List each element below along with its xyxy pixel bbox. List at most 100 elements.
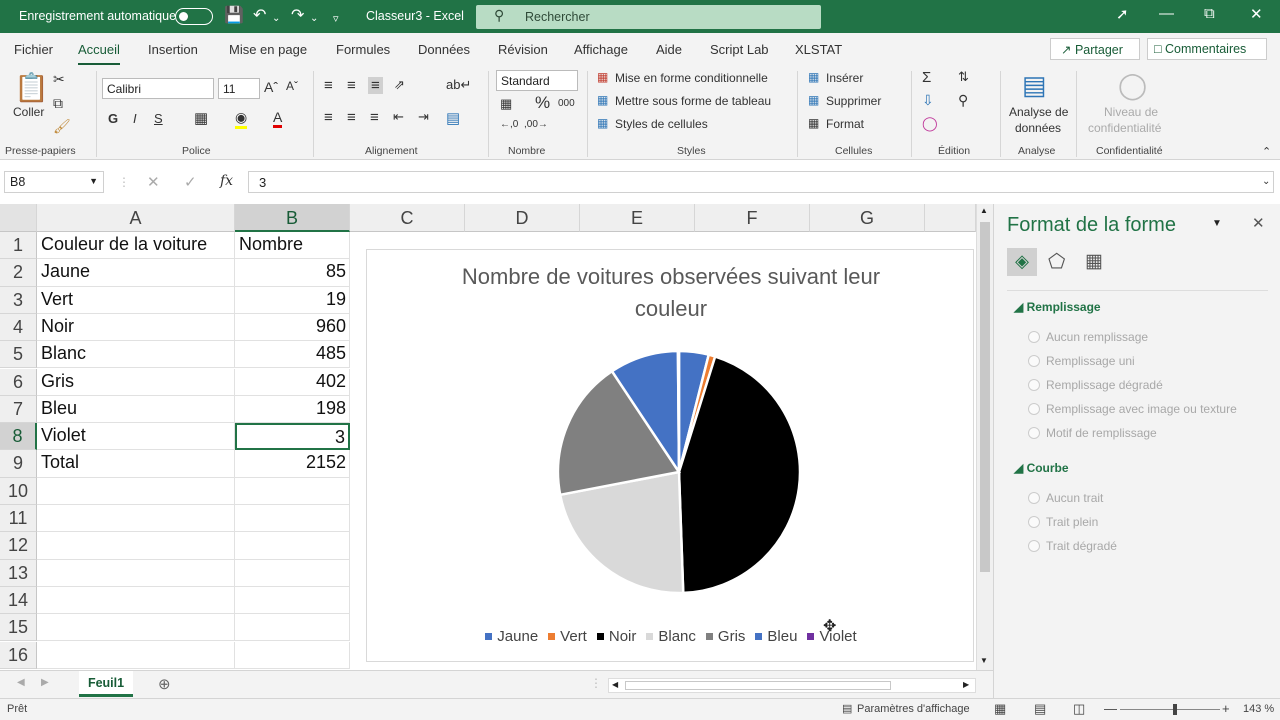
- cell-b8-active[interactable]: 3: [235, 423, 350, 451]
- legend-item-vert[interactable]: Vert: [548, 628, 587, 645]
- cell-a5[interactable]: Blanc: [37, 341, 235, 369]
- fill-color-icon[interactable]: ◉: [235, 109, 248, 129]
- zoom-in-icon[interactable]: +: [1222, 701, 1230, 716]
- display-settings-link[interactable]: Paramètres d'affichage: [857, 703, 970, 715]
- decrease-decimal-icon[interactable]: ,00→: [524, 119, 548, 130]
- radio-no-fill[interactable]: Aucun remplissage: [1027, 330, 1148, 344]
- col-header-e[interactable]: E: [580, 204, 695, 232]
- align-middle-icon[interactable]: ≡: [347, 77, 356, 94]
- horizontal-scrollbar[interactable]: ◀ ▶: [608, 678, 976, 693]
- cell-empty[interactable]: [37, 586, 235, 615]
- radio-solid-line[interactable]: Trait plein: [1027, 515, 1098, 529]
- increase-indent-icon[interactable]: ⇥: [418, 109, 429, 125]
- collapse-ribbon-icon[interactable]: ⌃: [1262, 145, 1271, 158]
- cell-a1[interactable]: Couleur de la voiture: [37, 232, 235, 260]
- cell-a6[interactable]: Gris: [37, 368, 235, 396]
- row-header[interactable]: 7: [0, 395, 37, 424]
- cell-empty[interactable]: [37, 505, 235, 533]
- add-sheet-icon[interactable]: ⊕: [158, 675, 171, 693]
- legend-item-blanc[interactable]: Blanc: [646, 628, 696, 645]
- tab-mise-en-page[interactable]: Mise en page: [229, 42, 307, 57]
- next-sheet-icon[interactable]: ▶: [41, 677, 49, 688]
- tab-accueil[interactable]: Accueil: [78, 42, 120, 66]
- pie-slice-gris[interactable]: [556, 369, 682, 497]
- cell-a7[interactable]: Bleu: [37, 395, 235, 424]
- format-button[interactable]: Format: [826, 117, 864, 131]
- pie-slice-noir[interactable]: [677, 354, 802, 595]
- col-header-b[interactable]: B: [235, 204, 350, 232]
- sheet-tab-feuil1[interactable]: Feuil1: [79, 671, 133, 697]
- align-center-icon[interactable]: ≡: [347, 109, 356, 126]
- col-header-h[interactable]: [925, 204, 976, 232]
- insert-function-icon[interactable]: fx: [220, 173, 233, 189]
- cell-empty[interactable]: [37, 641, 235, 669]
- row-header[interactable]: 6: [0, 368, 37, 396]
- tab-formules[interactable]: Formules: [336, 42, 390, 57]
- name-box-dropdown-icon[interactable]: ▼: [89, 176, 98, 186]
- cell-b4[interactable]: 960: [235, 313, 350, 342]
- row-header[interactable]: 15: [0, 614, 37, 642]
- cell-empty[interactable]: [235, 505, 350, 533]
- autosave-toggle[interactable]: [175, 8, 213, 25]
- row-header[interactable]: 5: [0, 341, 37, 369]
- radio-solid-fill[interactable]: Remplissage uni: [1028, 354, 1135, 368]
- col-header-d[interactable]: D: [465, 204, 580, 232]
- row-header[interactable]: 12: [0, 532, 37, 560]
- cond-format-button[interactable]: Mise en forme conditionnelle: [615, 71, 768, 85]
- comments-button[interactable]: □ Commentaires: [1147, 38, 1267, 60]
- legend-item-gris[interactable]: Gris: [705, 628, 745, 645]
- pie-slice-violet[interactable]: [676, 349, 681, 473]
- row-header[interactable]: 10: [0, 477, 37, 505]
- cell-styles-button[interactable]: Styles de cellules: [615, 117, 708, 131]
- search-box[interactable]: ⚲ Rechercher: [476, 5, 821, 29]
- cell-empty[interactable]: [37, 532, 235, 560]
- tab-fichier[interactable]: Fichier: [14, 42, 53, 57]
- expand-formula-icon[interactable]: ⌄: [1262, 176, 1270, 187]
- cell-a3[interactable]: Vert: [37, 286, 235, 314]
- scroll-up-icon[interactable]: ▲: [980, 206, 988, 215]
- row-header[interactable]: 1: [0, 232, 37, 260]
- vertical-scrollbar[interactable]: ▲ ▼: [976, 204, 993, 670]
- zoom-out-icon[interactable]: —: [1104, 701, 1117, 716]
- decrease-font-icon[interactable]: Aˇ: [286, 79, 298, 93]
- pie-slice-vert[interactable]: [677, 353, 717, 473]
- chart-title-line1[interactable]: Nombre de voitures observées suivant leu…: [367, 261, 975, 293]
- pie-chart[interactable]: Nombre de voitures observées suivant leu…: [366, 249, 974, 662]
- restore-icon[interactable]: ⧉: [1204, 5, 1215, 22]
- italic-icon[interactable]: I: [133, 111, 137, 126]
- clear-icon[interactable]: ◯: [922, 115, 938, 132]
- chart-legend[interactable]: Jaune Vert Noir Blanc Gris Bleu Violet: [367, 628, 975, 645]
- sort-filter-icon[interactable]: ⇅: [958, 69, 969, 85]
- tab-insertion[interactable]: Insertion: [148, 42, 198, 57]
- legend-item-jaune[interactable]: Jaune: [485, 628, 538, 645]
- row-header[interactable]: 16: [0, 641, 37, 669]
- format-painter-icon[interactable]: 🖌: [53, 118, 71, 135]
- scroll-right-icon[interactable]: ▶: [963, 680, 969, 689]
- undo-dropdown-icon[interactable]: ⌄: [272, 9, 280, 29]
- minimize-icon[interactable]: —: [1159, 5, 1174, 22]
- close-icon[interactable]: ✕: [1250, 5, 1263, 23]
- col-header-g[interactable]: G: [810, 204, 925, 232]
- fill-line-icon[interactable]: ◈: [1007, 248, 1037, 276]
- paste-icon[interactable]: 📋: [14, 71, 49, 104]
- cell-b2[interactable]: 85: [235, 259, 350, 287]
- merge-center-icon[interactable]: ▤: [446, 109, 460, 127]
- radio-gradient-line[interactable]: Trait dégradé: [1028, 539, 1117, 553]
- align-right-icon[interactable]: ≡: [370, 109, 379, 126]
- radio-picture-fill[interactable]: Remplissage avec image ou texture: [1028, 402, 1237, 416]
- table-format-button[interactable]: Mettre sous forme de tableau: [615, 94, 771, 108]
- font-color-icon[interactable]: A: [273, 109, 283, 128]
- cell-a2[interactable]: Jaune: [37, 259, 235, 287]
- find-icon[interactable]: ⚲: [958, 92, 968, 109]
- cell-a8[interactable]: Violet: [37, 423, 235, 451]
- wrap-text-icon[interactable]: ab↵: [446, 77, 471, 93]
- cell-b1[interactable]: Nombre: [235, 232, 350, 260]
- display-settings-icon[interactable]: ▤: [842, 702, 852, 715]
- cell-empty[interactable]: [235, 477, 350, 505]
- row-header[interactable]: 2: [0, 259, 37, 287]
- cell-b3[interactable]: 19: [235, 286, 350, 314]
- pane-options-icon[interactable]: ▼: [1212, 218, 1222, 229]
- align-left-icon[interactable]: ≡: [324, 109, 333, 126]
- size-properties-icon[interactable]: ▦: [1085, 250, 1103, 273]
- cell-empty[interactable]: [37, 614, 235, 642]
